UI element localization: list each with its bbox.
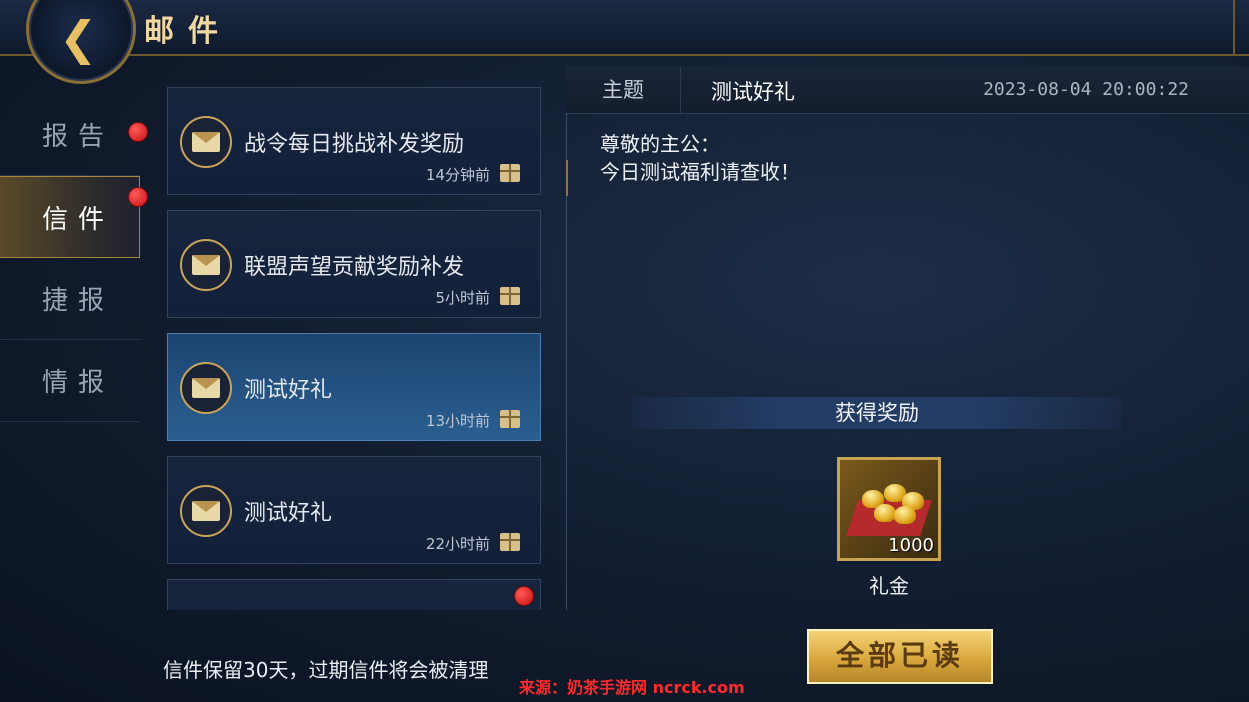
selection-arrow	[566, 160, 586, 196]
chevron-left-icon: ❮	[59, 11, 98, 65]
mail-title: 测试好礼	[244, 501, 333, 526]
unread-badge	[514, 586, 534, 606]
tab-letters[interactable]: 信件	[0, 176, 148, 258]
tab-intel[interactable]: 情报	[0, 340, 140, 422]
reward-item[interactable]: 1000	[837, 457, 941, 561]
mail-title: 测试好礼	[244, 378, 333, 403]
mail-item[interactable]: 战令每日挑战补发奖励 14分钟前	[167, 87, 541, 195]
watermark: 来源：奶茶手游网 ncrck.com	[519, 678, 745, 697]
mail-time: 14分钟前	[425, 166, 490, 184]
envelope-icon	[180, 362, 232, 414]
tab-label: 信件	[42, 204, 115, 235]
mail-time: 22小时前	[425, 535, 490, 553]
mail-date: 2023-08-04 20:00:22	[983, 79, 1189, 100]
mail-title: 战令每日挑战补发奖励	[244, 132, 465, 157]
mail-item-partial[interactable]	[167, 579, 541, 610]
subject-label: 主题	[566, 67, 681, 113]
mail-greeting: 尊敬的主公：	[600, 132, 720, 156]
unread-badge	[128, 187, 148, 207]
tab-reports[interactable]: 报告	[0, 94, 148, 176]
mail-title: 联盟声望贡献奖励补发	[244, 255, 465, 280]
mail-item[interactable]: 测试好礼 22小时前	[167, 456, 541, 564]
top-bar: ❮ 邮件	[0, 0, 1249, 84]
reward-header: 获得奖励	[632, 397, 1122, 429]
gift-icon	[500, 287, 520, 305]
mail-time: 13小时前	[425, 412, 490, 430]
tab-label: 捷报	[42, 286, 115, 316]
back-button[interactable]: ❮	[26, 0, 136, 84]
envelope-icon	[180, 116, 232, 168]
read-all-button[interactable]: 全部已读	[807, 629, 993, 684]
tab-label: 情报	[42, 368, 115, 398]
mail-item-selected[interactable]: 测试好礼 13小时前	[167, 333, 541, 441]
tab-label: 报告	[42, 122, 115, 152]
reward-count: 1000	[888, 535, 934, 556]
gift-icon	[500, 164, 520, 182]
mail-body: 今日测试福利请查收！	[600, 160, 800, 184]
gift-icon	[500, 533, 520, 551]
unread-badge	[128, 122, 148, 142]
top-corner-frame	[1233, 0, 1249, 54]
reward-name: 礼金	[869, 574, 909, 598]
envelope-icon	[180, 239, 232, 291]
page-title: 邮件	[144, 14, 232, 49]
mail-list[interactable]: 战令每日挑战补发奖励 14分钟前 联盟声望贡献奖励补发 5小时前 测试好礼 13…	[167, 87, 543, 610]
mail-subject: 测试好礼	[711, 80, 795, 104]
category-tabs: 报告 信件 捷报 情报	[0, 94, 148, 422]
mail-time: 5小时前	[435, 289, 490, 307]
mail-item[interactable]: 联盟声望贡献奖励补发 5小时前	[167, 210, 541, 318]
gift-icon	[500, 410, 520, 428]
tab-victories[interactable]: 捷报	[0, 258, 140, 340]
mail-header: 主题 测试好礼 2023-08-04 20:00:22	[566, 67, 1249, 114]
retention-note: 信件保留30天，过期信件将会被清理	[163, 658, 489, 682]
envelope-icon	[180, 485, 232, 537]
